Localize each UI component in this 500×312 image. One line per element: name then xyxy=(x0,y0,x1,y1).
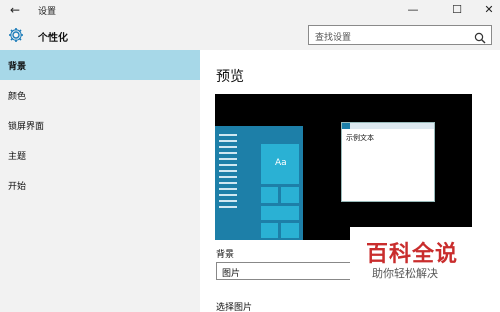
background-label: 背景 xyxy=(216,250,235,260)
sidebar: 背景 颜色 锁屏界面 主题 开始 xyxy=(0,50,200,312)
background-preview: Aa 示例文本 xyxy=(215,94,472,240)
preview-tile xyxy=(261,187,278,203)
page-header: 个性化 查找设置 xyxy=(0,20,500,50)
preview-menu-list xyxy=(219,134,241,212)
preview-start-panel: Aa xyxy=(215,126,303,240)
preview-tile xyxy=(281,223,299,238)
sidebar-item-label: 主题 xyxy=(8,152,27,162)
preview-window-accent xyxy=(342,123,350,129)
preview-window-text: 示例文本 xyxy=(346,134,374,142)
sidebar-item-start[interactable]: 开始 xyxy=(0,170,200,200)
search-icon[interactable] xyxy=(474,29,486,44)
preview-large-tile: Aa xyxy=(261,144,299,184)
preview-tiles: Aa xyxy=(261,144,299,240)
dropdown-selected-value: 图片 xyxy=(222,269,241,279)
close-button[interactable]: ✕ xyxy=(472,0,500,20)
sidebar-item-label: 锁屏界面 xyxy=(8,122,45,132)
section-title-preview: 预览 xyxy=(216,69,244,85)
search-input[interactable]: 查找设置 xyxy=(308,25,492,45)
preview-tile-label: Aa xyxy=(275,158,287,168)
sidebar-item-label: 背景 xyxy=(8,62,27,72)
gear-icon xyxy=(8,27,24,43)
sidebar-item-colors[interactable]: 颜色 xyxy=(0,80,200,110)
window-title: 设置 xyxy=(38,7,57,17)
sidebar-item-themes[interactable]: 主题 xyxy=(0,140,200,170)
sidebar-item-label: 开始 xyxy=(8,182,27,192)
sidebar-item-background[interactable]: 背景 xyxy=(0,50,200,80)
search-placeholder: 查找设置 xyxy=(315,33,352,43)
preview-sample-window: 示例文本 xyxy=(341,122,435,202)
page-title: 个性化 xyxy=(38,33,68,44)
watermark-title: 百科全说 xyxy=(366,242,459,267)
back-arrow-icon[interactable]: ← xyxy=(6,2,24,18)
preview-tile xyxy=(261,206,299,220)
choose-picture-label: 选择图片 xyxy=(216,303,253,312)
minimize-button[interactable]: — xyxy=(396,0,430,20)
title-bar: ← 设置 — ☐ ✕ xyxy=(0,0,500,20)
preview-tile xyxy=(281,187,299,203)
sidebar-item-label: 颜色 xyxy=(8,92,27,102)
maximize-button[interactable]: ☐ xyxy=(440,0,474,20)
sidebar-item-lock-screen[interactable]: 锁屏界面 xyxy=(0,110,200,140)
watermark-logo: 百科全说 助你轻松解决 xyxy=(350,227,500,285)
preview-tile xyxy=(261,223,278,238)
watermark-subtitle: 助你轻松解决 xyxy=(372,267,438,280)
preview-window-titlebar xyxy=(342,123,434,129)
